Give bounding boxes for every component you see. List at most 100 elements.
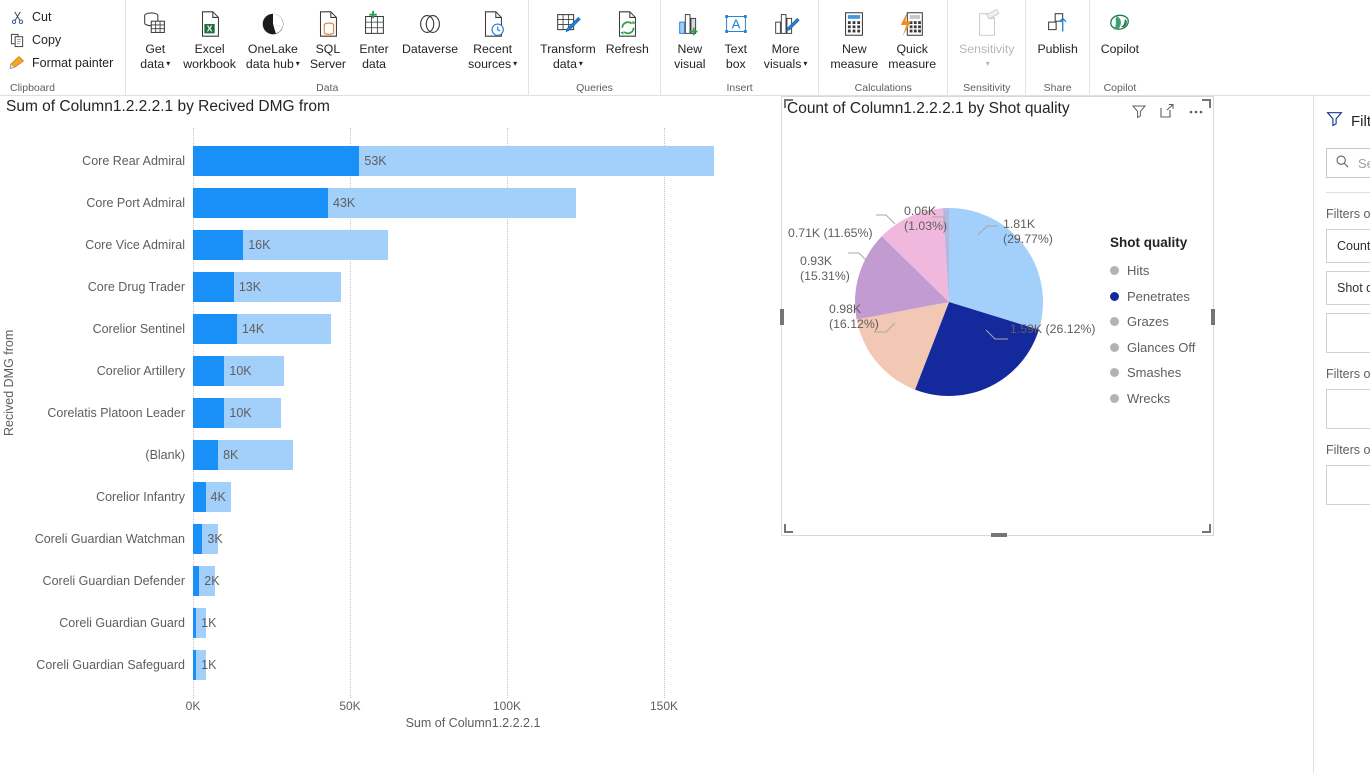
bar-chart-data-label: 3K [202,524,222,554]
resize-handle-bottom[interactable] [991,533,1007,537]
recent-sources-button[interactable]: Recent sources▾ [463,4,522,72]
bar-chart-row[interactable]: Corelatis Platoon Leader10K [0,392,775,434]
ribbon-group-label-share: Share [1032,81,1082,96]
bar-chart-data-label: 16K [243,230,270,260]
add-data-fields-dropzone[interactable]: Add data fields here [1326,313,1370,353]
new-visual-button[interactable]: New visual [667,4,713,71]
new-measure-button[interactable]: New measure [825,4,883,71]
bar-segment-highlighted[interactable] [193,398,224,428]
pie-legend-item[interactable]: Grazes [1110,309,1195,335]
bar-segment-highlighted[interactable] [193,272,234,302]
cut-button[interactable]: Cut [6,6,119,28]
resize-handle-bottom-left[interactable] [784,524,793,533]
excel-workbook-label: Excel workbook [183,42,236,71]
filters-pane[interactable]: Filters Search Filters on this visualCou… [1313,96,1370,773]
pie-legend-item[interactable]: Smashes [1110,360,1195,386]
pie-legend-item[interactable]: Wrecks [1110,386,1195,412]
bar-chart-row[interactable]: Coreli Guardian Safeguard1K [0,644,775,686]
enter-data-button[interactable]: Enter data [351,4,397,71]
ribbon-group-label-queries: Queries [535,81,654,96]
bar-segment-total[interactable] [328,188,576,218]
bar-chart-row[interactable]: Coreli Guardian Guard1K [0,602,775,644]
add-data-fields-dropzone[interactable]: Add data fields here [1326,465,1370,505]
bar-segment-highlighted[interactable] [193,314,237,344]
pie-chart-visual[interactable]: Count of Column1.2.2.2.1 by Shot quality… [781,96,1214,536]
filter-icon[interactable] [1131,103,1147,119]
report-canvas[interactable]: Sum of Column1.2.2.2.1 by Recived DMG fr… [0,96,1370,773]
dataverse-button[interactable]: Dataverse [397,4,463,57]
chevron-down-icon: ▾ [513,59,517,68]
bar-chart-data-label: 8K [218,440,238,470]
bar-chart-row[interactable]: Core Drug Trader13K [0,266,775,308]
resize-handle-bottom-right[interactable] [1202,524,1211,533]
text-box-button[interactable]: A Text box [713,4,759,71]
focus-mode-icon[interactable] [1159,103,1175,119]
copy-button[interactable]: Copy [6,29,119,51]
bar-chart-row[interactable]: Core Port Admiral 43K [0,182,775,224]
transform-data-button[interactable]: Transform data▾ [535,4,601,72]
onelake-data-hub-button[interactable]: OneLake data hub▾ [241,4,305,72]
bar-chart-category-label: Coreli Guardian Guard [13,602,193,644]
cut-label: Cut [32,10,51,24]
bar-chart-visual[interactable]: Sum of Column1.2.2.2.1 by Recived DMG fr… [0,96,775,746]
quick-measure-button[interactable]: Quick measure [883,4,941,71]
pie-legend-item[interactable]: Penetrates [1110,284,1195,310]
bar-chart-row[interactable]: Core Vice Admiral16K [0,224,775,266]
bar-segment-highlighted[interactable] [193,230,243,260]
bar-chart-row[interactable]: Coreli Guardian Watchman3K [0,518,775,560]
excel-workbook-button[interactable]: X Excel workbook [178,4,241,71]
get-data-button[interactable]: Get data▾ [132,4,178,72]
resize-handle-left[interactable] [780,309,784,325]
filters-search-input[interactable]: Search [1326,148,1370,178]
more-visuals-button[interactable]: More visuals▾ [759,4,813,72]
publish-button[interactable]: Publish [1032,4,1082,57]
filter-card[interactable]: Count of Column1.2.2.2.1 is (All) [1326,229,1370,263]
add-data-fields-dropzone[interactable]: Add data fields here [1326,389,1370,429]
resize-handle-top-left[interactable] [784,99,793,108]
new-measure-label: New measure [830,42,878,71]
bar-segment-highlighted[interactable] [193,524,202,554]
new-visual-icon [675,6,705,42]
bar-segment-highlighted[interactable] [193,440,218,470]
bar-chart-row[interactable]: Core Rear Admiral53K [0,140,775,182]
bar-segment-highlighted[interactable] [193,146,359,176]
ribbon-group-label-calculations: Calculations [825,81,941,96]
legend-color-dot [1110,343,1119,352]
bar-segment-highlighted[interactable] [193,356,224,386]
filter-card[interactable]: Shot quality is (All) [1326,271,1370,305]
bar-chart-category-label: Core Port Admiral [13,182,193,224]
sql-server-button[interactable]: SQL Server [305,4,351,71]
bar-chart-data-label: 43K [328,188,355,218]
get-data-label: Get data▾ [140,42,170,72]
resize-handle-right[interactable] [1211,309,1215,325]
bar-chart-category-label: Core Drug Trader [13,266,193,308]
bar-chart-row[interactable]: Corelior Sentinel14K [0,308,775,350]
bar-chart-row[interactable]: Coreli Guardian Defender2K [0,560,775,602]
pie-legend-item[interactable]: Glances Off [1110,335,1195,361]
refresh-button[interactable]: Refresh [601,4,654,57]
bar-chart-bar[interactable] [193,188,576,218]
resize-handle-top-right[interactable] [1202,99,1211,108]
bar-chart-bar[interactable] [193,440,293,470]
bar-chart-bar[interactable] [193,230,388,260]
bar-chart-bar[interactable] [193,146,714,176]
bar-segment-total[interactable] [359,146,714,176]
copy-icon [8,31,26,49]
bar-chart-row[interactable]: Corelior Infantry4K [0,476,775,518]
bar-chart-bar[interactable] [193,272,341,302]
bar-chart-row[interactable]: (Blank)8K [0,434,775,476]
sql-server-label: SQL Server [310,42,346,71]
bar-segment-highlighted[interactable] [193,482,206,512]
format-painter-button[interactable]: Format painter [6,52,119,74]
more-visuals-label: More visuals▾ [764,42,808,72]
quick-measure-icon [897,6,927,42]
bar-chart-x-axis-title: Sum of Column1.2.2.2.1 [193,716,753,730]
bar-chart-row[interactable]: Corelior Artillery10K [0,350,775,392]
pie-legend-item[interactable]: Hits [1110,258,1195,284]
more-visuals-icon [771,6,801,42]
pie-chart-legend[interactable]: Shot quality HitsPenetratesGrazesGlances… [1110,235,1195,411]
bar-segment-highlighted[interactable] [193,188,328,218]
chevron-down-icon: ▾ [803,59,807,68]
sensitivity-button[interactable]: Sensitivity▾ [954,4,1019,72]
copilot-button[interactable]: Copilot [1096,4,1144,57]
